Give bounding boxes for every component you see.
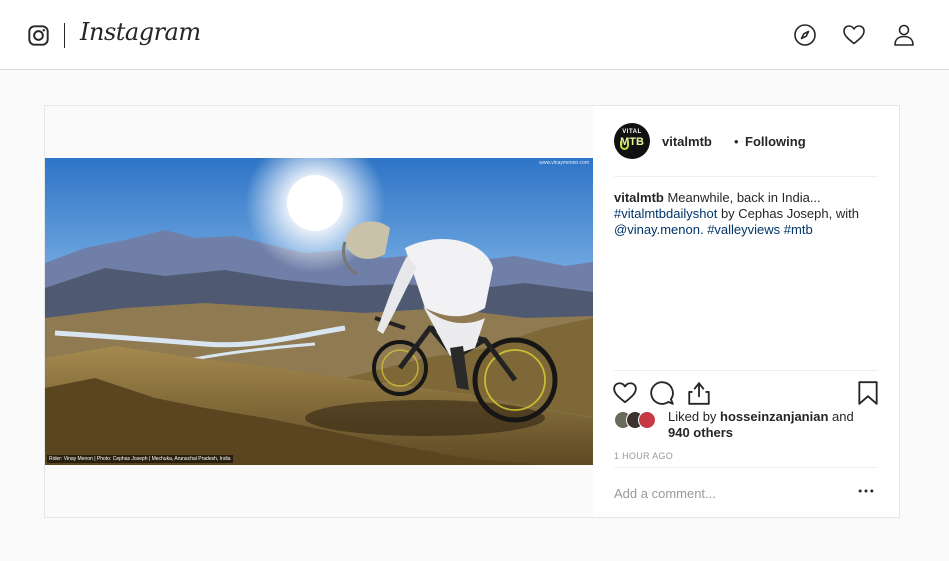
liker-avatar[interactable]: [638, 411, 656, 429]
logo-divider: [64, 23, 65, 48]
likes-prefix: Liked by: [668, 409, 721, 424]
likes-others-link[interactable]: 940 others: [668, 425, 733, 440]
post-timestamp[interactable]: 1 HOUR AGO: [614, 451, 673, 461]
likes-section: Liked by hosseinzanjanian and 940 others: [614, 409, 878, 443]
comment-bubble-icon[interactable]: [649, 380, 675, 406]
caption-username[interactable]: vitalmtb: [614, 190, 664, 205]
post-actions: [612, 370, 881, 412]
hashtag-link[interactable]: #vitalmtbdailyshot: [614, 206, 717, 221]
more-options-icon[interactable]: [856, 481, 876, 501]
liker-username[interactable]: hosseinzanjanian: [720, 409, 828, 424]
likes-middle: and: [828, 409, 854, 424]
person-icon[interactable]: [892, 23, 916, 47]
following-button[interactable]: Following: [745, 134, 806, 149]
heart-icon[interactable]: [842, 23, 866, 47]
hashtag-link[interactable]: #valleyviews: [707, 222, 780, 237]
photo-credit: Rider: Vinay Menon | Photo: Cephas Josep…: [47, 455, 233, 463]
post-media-area: www.vinaymenon.com Rider: Vinay Menon | …: [45, 106, 593, 517]
header-separator: •: [734, 134, 739, 149]
instagram-camera-icon[interactable]: [28, 25, 49, 46]
post-caption: vitalmtb Meanwhile, back in India... #vit…: [614, 190, 882, 238]
post-card: www.vinaymenon.com Rider: Vinay Menon | …: [44, 105, 900, 518]
author-username[interactable]: vitalmtb: [662, 134, 712, 149]
mention-link[interactable]: @vinay.menon: [614, 222, 700, 237]
mountain-bike-photo: [45, 158, 593, 465]
likes-count-text: Liked by hosseinzanjanian and 940 others: [668, 409, 888, 441]
top-navigation-bar: Instagram: [0, 0, 949, 70]
avatar-text-vital: VITAL: [622, 129, 642, 135]
post-photo[interactable]: www.vinaymenon.com Rider: Vinay Menon | …: [45, 158, 593, 465]
comment-input[interactable]: [614, 484, 844, 502]
caption-text: by Cephas Joseph, with: [717, 206, 859, 221]
avatar[interactable]: VITAL MTB: [614, 123, 650, 159]
comment-bar: [614, 467, 878, 517]
instagram-wordmark[interactable]: Instagram: [80, 18, 201, 46]
photo-watermark: www.vinaymenon.com: [539, 160, 589, 166]
heart-icon[interactable]: [612, 380, 638, 406]
bookmark-icon[interactable]: [855, 380, 881, 406]
caption-text: Meanwhile, back in India...: [663, 190, 821, 205]
post-header: VITAL MTB vitalmtb • Following: [614, 121, 878, 177]
compass-icon[interactable]: [793, 23, 817, 47]
avatar-logo-mark: [620, 141, 629, 150]
hashtag-link[interactable]: #mtb: [784, 222, 813, 237]
post-sidebar: VITAL MTB vitalmtb • Following vitalmtb …: [593, 106, 899, 517]
share-icon[interactable]: [686, 380, 712, 406]
